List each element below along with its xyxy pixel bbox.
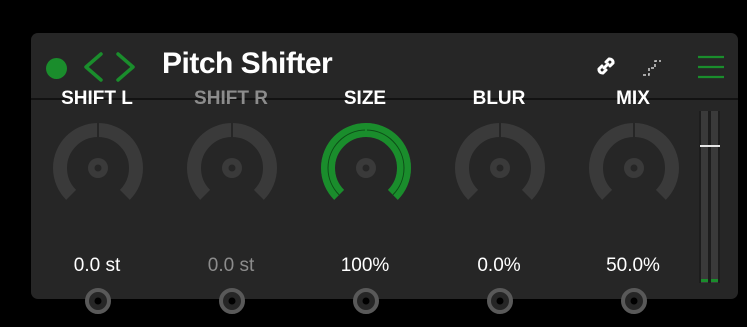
knob-value-shift-r: 0.0 st — [207, 255, 255, 276]
knob-blur[interactable] — [450, 112, 550, 222]
step-icon[interactable] — [641, 55, 665, 79]
knob-shift-r[interactable] — [182, 112, 282, 222]
knob-hub-dot — [496, 164, 504, 172]
menu-icon[interactable] — [696, 52, 726, 82]
meter-channel-left — [701, 111, 708, 283]
mod-jack-shift-r[interactable] — [217, 286, 247, 316]
knob-label-blur: BLUR — [472, 88, 526, 109]
knob-value-shift-l: 0.0 st — [73, 255, 121, 276]
knob-hub-dot — [228, 164, 236, 172]
chevron-left-icon[interactable] — [80, 50, 106, 84]
knob-value-mix: 50.0% — [606, 255, 660, 276]
meter-threshold-handle[interactable] — [700, 145, 720, 147]
output-meter — [699, 111, 720, 283]
meter-level-left — [701, 279, 708, 282]
knob-label-shift-r: SHIFT R — [194, 88, 268, 109]
mod-jack-blur[interactable] — [485, 286, 515, 316]
knob-mix[interactable] — [584, 112, 684, 222]
knob-hub-dot — [94, 164, 102, 172]
plugin-title: Pitch Shifter — [162, 47, 333, 80]
knob-hub-dot — [362, 164, 370, 172]
knob-shift-l[interactable] — [48, 112, 148, 222]
knob-label-size: SIZE — [343, 88, 387, 109]
mod-jack-shift-l[interactable] — [83, 286, 113, 316]
knob-value-blur: 0.0% — [477, 255, 521, 276]
meter-level-right — [711, 279, 718, 282]
mod-jack-mix[interactable] — [619, 286, 649, 316]
link-icon[interactable] — [594, 54, 618, 78]
knob-label-mix: MIX — [616, 88, 650, 109]
chevron-right-icon[interactable] — [113, 50, 139, 84]
knob-size[interactable] — [316, 112, 416, 222]
knob-label-shift-l: SHIFT L — [61, 88, 133, 109]
knob-value-size: 100% — [340, 255, 390, 276]
mod-jack-size[interactable] — [351, 286, 381, 316]
meter-channel-right — [711, 111, 718, 283]
knob-hub-dot — [630, 164, 638, 172]
power-toggle[interactable] — [46, 58, 67, 79]
